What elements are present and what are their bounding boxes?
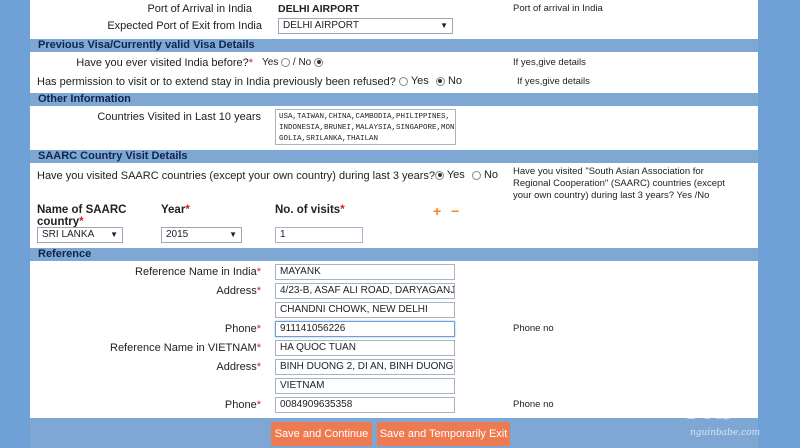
ref-vietnam-name-input[interactable]: HA QUOC TUAN (275, 340, 455, 356)
save-and-continue-button[interactable]: Save and Continue (271, 422, 372, 446)
visited-india-yes-radio[interactable] (281, 57, 291, 67)
watermark-logo: Nb (688, 392, 737, 427)
ref-vietnam-name-label: Reference Name in VIETNAM* (110, 342, 261, 354)
visited-india-no-label: / No (292, 57, 312, 68)
section-header-previous-visa: Previous Visa/Currently valid Visa Detai… (30, 39, 758, 52)
ref-india-phone-hint: Phone no (513, 323, 554, 334)
watermark-text: nguinbabe.com (690, 428, 761, 438)
ref-india-address-line1-input[interactable]: 4/23-B, ASAF ALI ROAD, DARYAGANJ (275, 283, 455, 299)
visited-india-no-radio[interactable] (314, 57, 324, 67)
save-and-temporarily-exit-button[interactable]: Save and Temporarily Exit (377, 422, 510, 446)
refused-hint: If yes,give details (517, 76, 590, 87)
saarc-visits-column-header: No. of visits* (275, 204, 345, 216)
chevron-down-icon: ▼ (440, 21, 448, 30)
refused-no-label: No (447, 75, 462, 87)
refused-yes-radio[interactable] (399, 76, 408, 86)
visited-india-yes-label: Yes (262, 57, 279, 68)
visited-india-hint: If yes,give details (513, 57, 586, 68)
ref-india-phone-input[interactable]: 911141056226 (275, 321, 455, 337)
saarc-hint: Have you visited "South Asian Associatio… (513, 166, 725, 201)
port-exit-label: Expected Port of Exit from India (107, 20, 262, 32)
visited-india-radio-group: Yes / No (262, 57, 324, 68)
ref-vietnam-address-label: Address* (216, 361, 261, 373)
ref-vietnam-phone-label: Phone* (224, 399, 261, 411)
port-arrival-label: Port of Arrival in India (147, 3, 252, 15)
section-header-other-information: Other Information (30, 93, 758, 106)
saarc-year-column-header: Year* (161, 204, 190, 216)
ref-india-address-label: Address* (216, 285, 261, 297)
saarc-radio-group: Yes No (435, 169, 498, 181)
saarc-country-selected: SRI LANKA (42, 229, 95, 240)
port-exit-select[interactable]: DELHI AIRPORT ▼ (278, 18, 453, 34)
saarc-question-label: Have you visited SAARC countries (except… (37, 170, 436, 182)
saarc-no-radio[interactable] (471, 170, 481, 180)
section-header-reference: Reference (30, 248, 758, 261)
chevron-down-icon: ▼ (229, 230, 237, 239)
ref-india-phone-label: Phone* (224, 323, 261, 335)
saarc-year-selected: 2015 (166, 229, 189, 240)
refused-radio-group: Yes No (399, 75, 462, 87)
saarc-no-label: No (483, 169, 498, 181)
refused-no-radio[interactable] (435, 76, 445, 86)
saarc-visits-input[interactable]: 1 (275, 227, 363, 243)
visited-india-label: Have you ever visited India before?* (76, 57, 253, 69)
chevron-down-icon: ▼ (110, 230, 118, 239)
refused-yes-label: Yes (410, 75, 429, 87)
ref-vietnam-phone-hint: Phone no (513, 399, 554, 410)
saarc-yes-radio[interactable] (435, 170, 444, 180)
ref-india-address-line2-input[interactable]: CHANDNI CHOWK, NEW DELHI (275, 302, 455, 318)
saarc-yes-label: Yes (446, 169, 465, 181)
countries-visited-label: Countries Visited in Last 10 years (97, 111, 261, 123)
port-exit-selected: DELHI AIRPORT (283, 20, 359, 31)
add-row-icon[interactable]: + (433, 203, 441, 219)
countries-visited-textarea[interactable]: USA,TAIWAN,CHINA,CAMBODIA,PHILIPPINES, I… (275, 109, 456, 145)
ref-india-name-label: Reference Name in India* (135, 266, 261, 278)
saarc-country-select[interactable]: SRI LANKA ▼ (37, 227, 123, 243)
ref-vietnam-address-line1-input[interactable]: BINH DUONG 2, DI AN, BINH DUONG (275, 359, 455, 375)
refused-label: Has permission to visit or to extend sta… (37, 76, 396, 88)
section-header-saarc: SAARC Country Visit Details (30, 150, 758, 163)
port-arrival-hint: Port of arrival in India (513, 3, 603, 14)
saarc-country-column-header: Name of SAARC country* (37, 204, 127, 228)
remove-row-icon[interactable]: − (451, 203, 459, 219)
saarc-year-select[interactable]: 2015 ▼ (161, 227, 242, 243)
ref-india-name-input[interactable]: MAYANK (275, 264, 455, 280)
ref-vietnam-address-line2-input[interactable]: VIETNAM (275, 378, 455, 394)
ref-vietnam-phone-input[interactable]: 0084909635358 (275, 397, 455, 413)
port-arrival-value: DELHI AIRPORT (278, 3, 360, 15)
